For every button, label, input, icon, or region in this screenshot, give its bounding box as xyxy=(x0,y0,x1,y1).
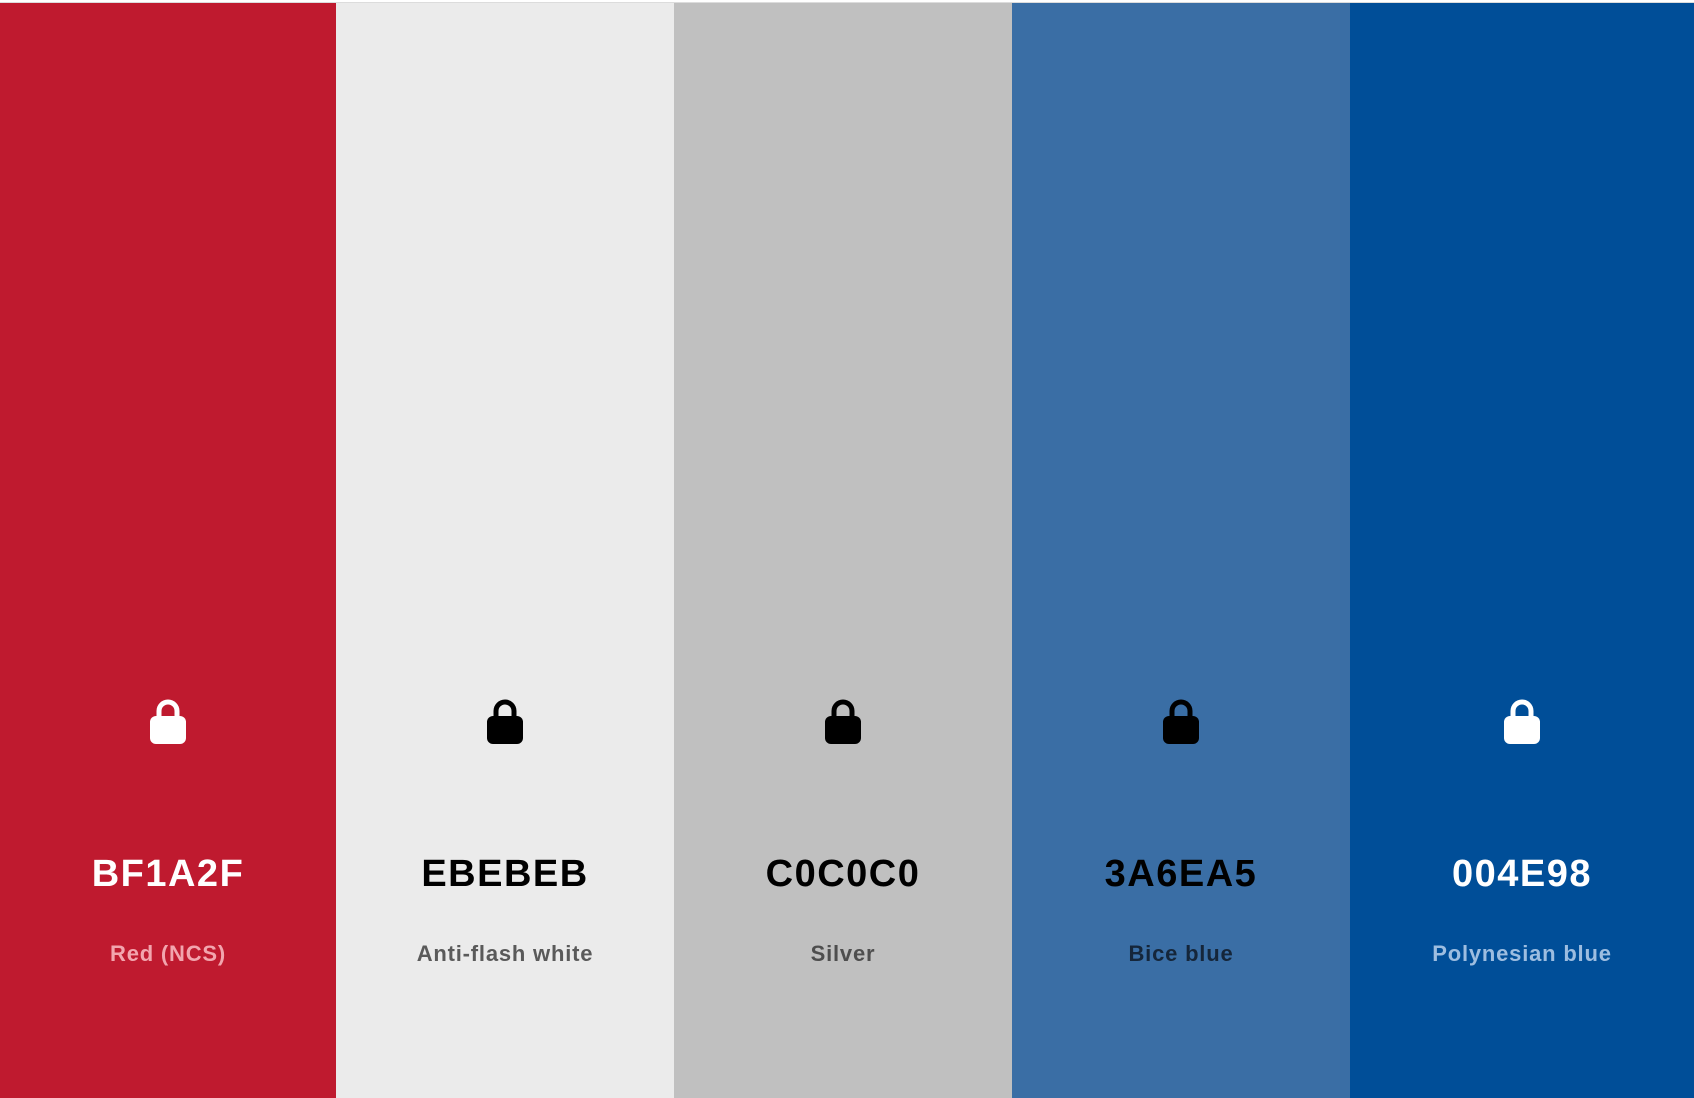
hex-code[interactable]: BF1A2F xyxy=(0,855,336,893)
color-palette: BF1A2F Red (NCS) EBEBEB Anti-flash white… xyxy=(0,2,1694,1098)
lock-icon[interactable] xyxy=(149,698,187,744)
color-swatch-silver[interactable]: C0C0C0 Silver xyxy=(674,3,1012,1098)
hex-code[interactable]: 3A6EA5 xyxy=(1012,855,1350,893)
color-swatch-red-ncs[interactable]: BF1A2F Red (NCS) xyxy=(0,3,336,1098)
hex-code[interactable]: EBEBEB xyxy=(336,855,674,893)
color-name[interactable]: Bice blue xyxy=(1012,943,1350,965)
color-swatch-anti-flash-white[interactable]: EBEBEB Anti-flash white xyxy=(336,3,674,1098)
lock-icon[interactable] xyxy=(486,698,524,744)
color-swatch-polynesian-blue[interactable]: 004E98 Polynesian blue xyxy=(1350,3,1694,1098)
color-name[interactable]: Polynesian blue xyxy=(1350,943,1694,965)
lock-icon[interactable] xyxy=(824,698,862,744)
color-swatch-bice-blue[interactable]: 3A6EA5 Bice blue xyxy=(1012,3,1350,1098)
color-name[interactable]: Anti-flash white xyxy=(336,943,674,965)
lock-icon[interactable] xyxy=(1503,698,1541,744)
hex-code[interactable]: C0C0C0 xyxy=(674,855,1012,893)
lock-icon[interactable] xyxy=(1162,698,1200,744)
color-name[interactable]: Silver xyxy=(674,943,1012,965)
hex-code[interactable]: 004E98 xyxy=(1350,855,1694,893)
color-name[interactable]: Red (NCS) xyxy=(0,943,336,965)
